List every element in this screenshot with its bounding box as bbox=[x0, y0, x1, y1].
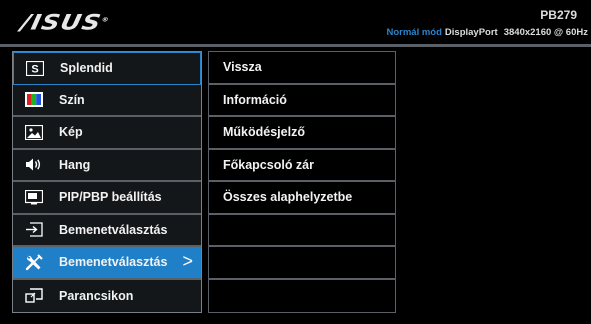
menu-item-label: Kép bbox=[59, 125, 83, 140]
asus-logo: /ISUS® bbox=[18, 10, 111, 35]
sub-item-empty bbox=[209, 214, 395, 247]
pip-icon bbox=[23, 188, 45, 206]
resolution-text: 3840x2160 @ 60Hz bbox=[503, 27, 588, 38]
osd-header: /ISUS® PB279 Normál mód DisplayPort 3840x2… bbox=[0, 0, 591, 44]
sub-item-back[interactable]: Vissza bbox=[209, 52, 395, 85]
svg-text:S: S bbox=[31, 63, 38, 75]
menu-item-system-setup[interactable]: Bemenetválasztás > bbox=[13, 247, 201, 280]
status-line: Normál mód DisplayPort 3840x2160 @ 60Hz bbox=[386, 27, 588, 38]
menu-item-label: Splendid bbox=[60, 61, 113, 76]
sub-item-information[interactable]: Információ bbox=[209, 84, 395, 117]
menu-item-pip[interactable]: PIP/PBP beállítás bbox=[13, 182, 201, 215]
menu-item-label: Bemenetválasztás bbox=[59, 255, 168, 270]
menu-item-splendid[interactable]: S Splendid bbox=[13, 52, 201, 85]
model-name: PB279 bbox=[540, 8, 577, 22]
sub-item-empty bbox=[209, 279, 395, 312]
sub-item-power-key-lock[interactable]: Főkapcsoló zár bbox=[209, 149, 395, 182]
menu-item-sound[interactable]: Hang bbox=[13, 149, 201, 182]
sub-item-power-indicator[interactable]: Működésjelző bbox=[209, 117, 395, 150]
shortcut-icon bbox=[23, 287, 45, 305]
s-icon: S bbox=[24, 59, 46, 77]
tools-icon bbox=[23, 253, 45, 271]
menu-item-color[interactable]: Szín bbox=[13, 84, 201, 117]
menu-item-label: Parancsikon bbox=[59, 288, 134, 303]
input-icon bbox=[23, 221, 45, 239]
sub-menu: Vissza Információ Működésjelző Főkapcsol… bbox=[208, 51, 396, 313]
menu-item-shortcut[interactable]: Parancsikon bbox=[13, 279, 201, 312]
sub-item-all-reset[interactable]: Összes alaphelyzetbe bbox=[209, 182, 395, 215]
speaker-icon bbox=[23, 156, 45, 174]
mode-text: Normál mód bbox=[386, 27, 442, 38]
menu-item-label: Hang bbox=[59, 157, 91, 172]
menu-item-image[interactable]: Kép bbox=[13, 117, 201, 150]
menu-item-label: PIP/PBP beállítás bbox=[59, 190, 162, 205]
main-menu: S Splendid Szín Kép Hang PIP/PBP beállít… bbox=[12, 51, 202, 313]
header-divider bbox=[0, 44, 591, 47]
menu-item-label: Bemenetválasztás bbox=[59, 222, 168, 237]
image-icon bbox=[23, 123, 45, 141]
sub-item-empty bbox=[209, 247, 395, 280]
color-icon bbox=[23, 91, 45, 109]
menu-item-label: Szín bbox=[59, 92, 85, 107]
menu-item-input[interactable]: Bemenetválasztás bbox=[13, 214, 201, 247]
input-text: DisplayPort bbox=[444, 27, 498, 38]
chevron-right-icon: > bbox=[182, 251, 193, 271]
